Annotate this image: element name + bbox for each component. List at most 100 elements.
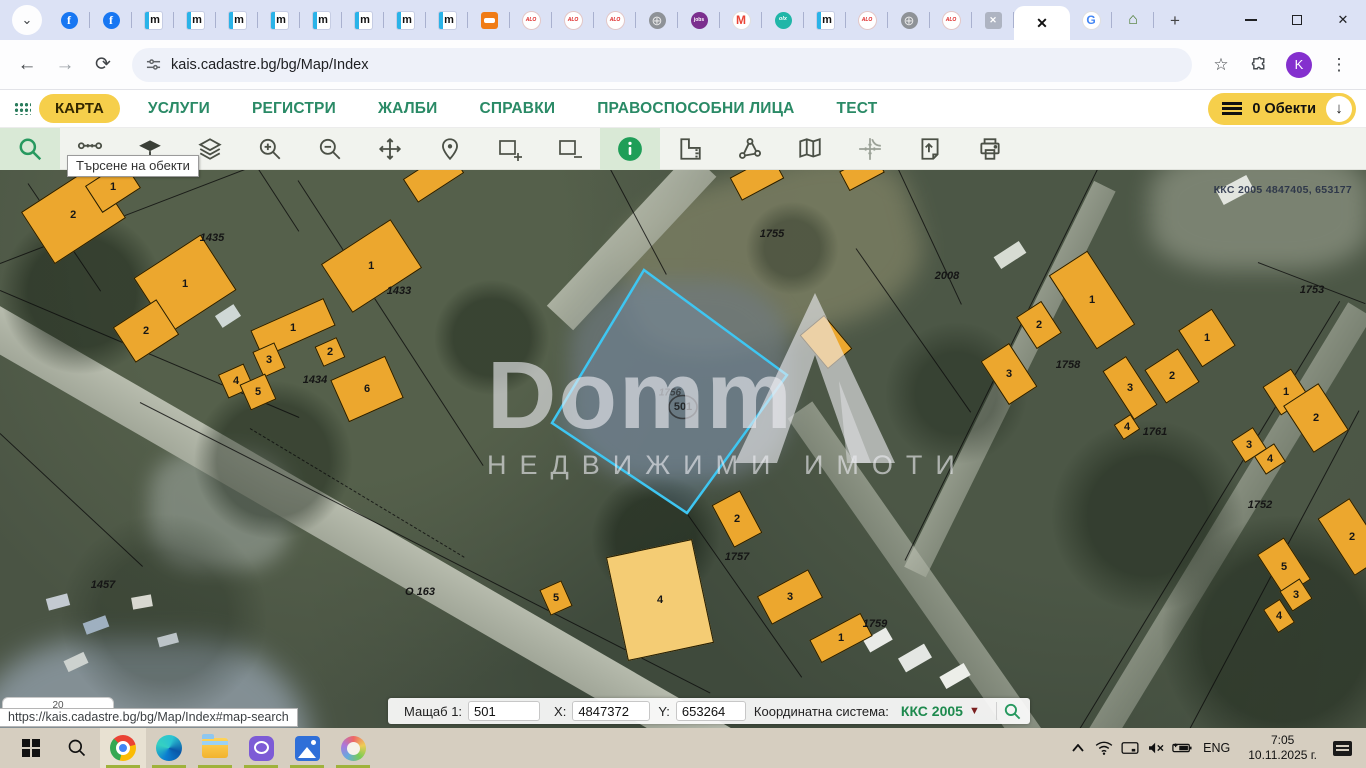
tool-base-map-icon[interactable] [780,128,840,170]
apps-grid-icon[interactable] [14,102,31,115]
tray-volume-muted-icon[interactable] [1143,728,1169,768]
alo-favicon-icon: ALO [565,12,582,29]
tool-select-rect-plus-icon[interactable] [480,128,540,170]
scale-input[interactable] [468,701,540,721]
nav-item-услуги[interactable]: УСЛУГИ [148,100,210,118]
tray-clock[interactable]: 7:05 10.11.2025 г. [1238,733,1327,763]
home-favicon-icon: ⌂ [1125,12,1142,29]
bookmark-star-icon[interactable]: ☆ [1204,48,1238,82]
tray-touch-keyboard-icon[interactable] [1117,728,1143,768]
tool-measure-area-icon[interactable] [660,128,720,170]
browser-tab-facebook[interactable]: f [90,0,132,40]
coordinate-system-value[interactable]: ККС 2005 [901,703,963,719]
browser-tab-alo[interactable]: ALO [552,0,594,40]
imot-favicon-icon: m [355,12,372,29]
browser-tab-alo[interactable]: ALO [510,0,552,40]
browser-tab-car[interactable] [468,0,510,40]
tool-search-icon[interactable] [0,128,60,170]
back-button[interactable]: ← [10,48,44,82]
site-settings-icon[interactable] [146,57,161,72]
browser-tab-imot[interactable]: m [300,0,342,40]
tray-time: 7:05 [1248,733,1317,748]
browser-tab-facebook[interactable]: f [48,0,90,40]
map-toolbar [0,128,1366,170]
nav-item-тест[interactable]: ТЕСТ [837,100,878,118]
url-field[interactable]: kais.cadastre.bg/bg/Map/Index [132,48,1192,82]
tool-locate-pin-icon[interactable] [420,128,480,170]
browser-tab-alo[interactable]: ALO [930,0,972,40]
browser-tab-imot[interactable]: m [384,0,426,40]
browser-address-bar: ← → ⟳ kais.cadastre.bg/bg/Map/Index ☆ K … [0,40,1366,90]
browser-tab-imot[interactable]: m [174,0,216,40]
objects-button[interactable]: 0 Обекти ↓ [1208,93,1356,125]
browser-tab-imot[interactable]: m [426,0,468,40]
taskbar-paint-icon[interactable] [330,728,376,768]
y-label: Y: [658,704,670,719]
scale-label: Мащаб 1: [404,704,462,719]
window-minimize-button[interactable] [1228,0,1274,40]
browser-tab-globe[interactable]: ⊕ [888,0,930,40]
taskbar-search-icon[interactable] [54,728,100,768]
nav-item-правоспособни-лица[interactable]: ПРАВОСПОСОБНИ ЛИЦА [597,100,794,118]
tool-polygon-nodes-icon[interactable] [720,128,780,170]
profile-avatar[interactable]: K [1286,52,1312,78]
tool-info-icon[interactable] [600,128,660,170]
window-restore-button[interactable] [1274,0,1320,40]
tool-pan-icon[interactable] [360,128,420,170]
browser-status-link: https://kais.cadastre.bg/bg/Map/Index#ma… [0,708,298,727]
browser-tab-placeholder[interactable]: ✕ [972,0,1014,40]
tray-chevron-up-icon[interactable] [1065,728,1091,768]
tab-search-chevron-icon[interactable]: ⌄ [12,5,42,35]
taskbar-viber-icon[interactable] [238,728,284,768]
url-text: kais.cadastre.bg/bg/Map/Index [171,57,368,73]
download-arrow-icon[interactable]: ↓ [1326,96,1352,122]
tool-export-page-icon[interactable] [900,128,960,170]
taskbar-edge-icon[interactable] [146,728,192,768]
browser-tab-imot[interactable]: m [216,0,258,40]
browser-tab-alo[interactable]: ALO [594,0,636,40]
tray-battery-icon[interactable] [1169,728,1195,768]
nav-item-справки[interactable]: СПРАВКИ [480,100,556,118]
tray-language-indicator[interactable]: ENG [1195,741,1238,755]
extensions-icon[interactable] [1242,48,1276,82]
browser-tab-imot[interactable]: m [132,0,174,40]
taskbar-photos-icon[interactable] [284,728,330,768]
taskbar-chrome-icon[interactable] [100,728,146,768]
tool-print-icon[interactable] [960,128,1020,170]
browser-menu-icon[interactable]: ⋮ [1322,48,1356,82]
tool-coordinate-axes-icon[interactable] [840,128,900,170]
objects-count-label: 0 Обекти [1252,101,1316,117]
start-button[interactable] [8,728,54,768]
map-canvas[interactable]: 2112112345612312341234253454231143514331… [0,170,1366,728]
map-search-icon[interactable] [1003,702,1022,721]
browser-tab-globe[interactable]: ⊕ [636,0,678,40]
coordinate-system-dropdown-icon[interactable]: ▼ [969,705,980,717]
y-coordinate-input[interactable] [676,701,746,721]
browser-tab-jobs[interactable]: jobs [678,0,720,40]
browser-tab-google[interactable]: G [1070,0,1112,40]
tray-wifi-icon[interactable] [1091,728,1117,768]
browser-tab-olx[interactable]: olx [762,0,804,40]
x-coordinate-input[interactable] [572,701,650,721]
browser-tab-imot[interactable]: m [258,0,300,40]
tool-zoom-out-icon[interactable] [300,128,360,170]
tool-zoom-in-icon[interactable] [240,128,300,170]
tool-select-rect-minus-icon[interactable] [540,128,600,170]
action-center-icon[interactable] [1333,741,1352,756]
browser-tab-activex[interactable]: ✕ [1014,6,1070,40]
olx-favicon-icon: olx [775,12,792,29]
reload-button[interactable]: ⟳ [86,48,120,82]
window-close-button[interactable]: ✕ [1320,0,1366,40]
imot-favicon-icon: m [145,12,162,29]
nav-item-регистри[interactable]: РЕГИСТРИ [252,100,336,118]
browser-tab-gmail[interactable]: M [720,0,762,40]
browser-tab-imot[interactable]: m [804,0,846,40]
browser-tab-imot[interactable]: m [342,0,384,40]
nav-item-karta[interactable]: КАРТА [39,94,120,123]
browser-tab-alo[interactable]: ALO [846,0,888,40]
forward-button[interactable]: → [48,48,82,82]
browser-tab-home[interactable]: ⌂ [1112,0,1154,40]
nav-item-жалби[interactable]: ЖАЛБИ [378,100,438,118]
browser-tab-plus[interactable]: + [1154,0,1196,40]
taskbar-file-explorer-icon[interactable] [192,728,238,768]
